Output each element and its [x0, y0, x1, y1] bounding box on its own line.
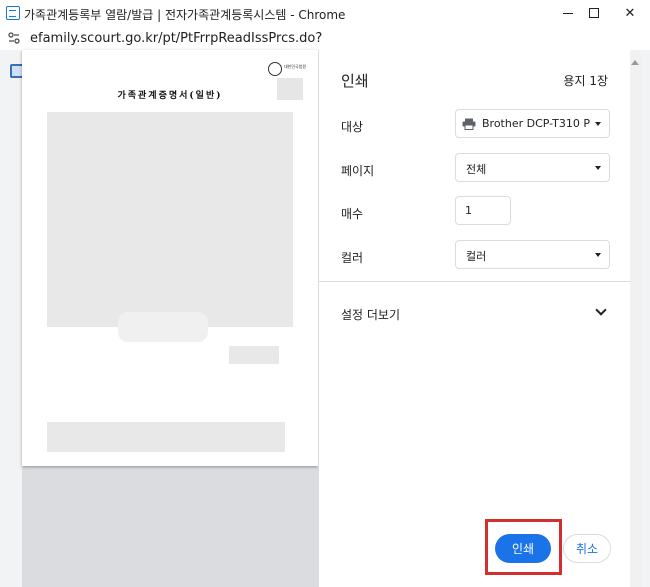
document-title: 가족관계증명서(일반) [117, 91, 223, 101]
pages-select[interactable]: 전체 [455, 153, 610, 182]
pages-value: 전체 [466, 163, 487, 176]
redacted-footer [47, 422, 285, 452]
page-left-edge [0, 50, 24, 587]
color-label: 컬러 [341, 251, 364, 265]
url-text[interactable]: efamily.scourt.go.kr/pt/PtFrrpReadIssPrc… [30, 31, 322, 46]
print-preview-area[interactable]: 대한민국법원 가족관계증명서(일반) [22, 50, 318, 587]
copies-input[interactable]: 1 [455, 196, 511, 225]
court-logo-text: 대한민국법원 [284, 64, 307, 69]
color-value: 컬러 [466, 250, 487, 263]
redacted-content [47, 112, 293, 327]
scrollbar[interactable] [631, 50, 641, 587]
watermark-shape [118, 312, 208, 342]
more-settings-toggle[interactable]: 설정 더보기 [341, 306, 400, 323]
print-button[interactable]: 인쇄 [495, 534, 551, 563]
divider [319, 281, 631, 282]
court-logo-icon [268, 62, 282, 76]
sheet-count: 용지 1장 [563, 74, 608, 88]
destination-select[interactable]: Brother DCP-T310 Printer [455, 109, 610, 138]
dialog-title: 인쇄 [341, 72, 369, 90]
window-title: 가족관계등록부 열람/발급 | 전자가족관계등록시스템 - Chrome [24, 8, 346, 22]
redacted-seal [229, 346, 279, 364]
pages-label: 페이지 [341, 164, 375, 178]
site-settings-icon[interactable] [8, 32, 20, 44]
destination-label: 대상 [341, 120, 364, 134]
address-bar[interactable]: efamily.scourt.go.kr/pt/PtFrrpReadIssPrc… [0, 28, 650, 50]
chevron-down-icon [595, 166, 601, 170]
expand-chevron-icon[interactable] [595, 304, 607, 316]
color-select[interactable]: 컬러 [455, 240, 610, 269]
maximize-button[interactable] [576, 0, 612, 26]
print-preview-icon [6, 6, 20, 20]
copies-label: 매수 [341, 207, 364, 221]
chevron-down-icon [595, 253, 601, 257]
cancel-button[interactable]: 취소 [563, 534, 611, 563]
printer-icon [462, 118, 476, 130]
print-settings-panel: 인쇄 용지 1장 대상 Brother DCP-T310 Printer 페이지… [318, 50, 631, 587]
chevron-down-icon [595, 122, 601, 126]
window-titlebar: 가족관계등록부 열람/발급 | 전자가족관계등록시스템 - Chrome ✕ [0, 0, 650, 28]
preview-page: 대한민국법원 가족관계증명서(일반) [22, 50, 318, 466]
close-button[interactable]: ✕ [612, 0, 648, 26]
scroll-up-arrow-icon[interactable] [631, 60, 639, 65]
destination-value: Brother DCP-T310 Printer [482, 117, 590, 130]
